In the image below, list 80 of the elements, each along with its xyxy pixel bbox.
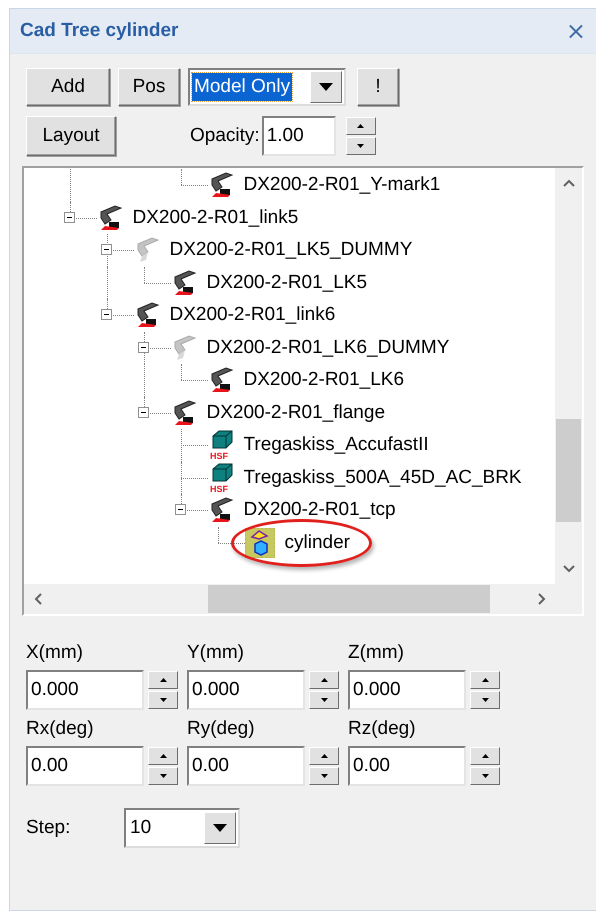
down-arrow-icon xyxy=(160,698,166,702)
coordinate-field[interactable]: 0.00 xyxy=(26,746,144,786)
tree-item[interactable]: DX200-2-R01_LK5 xyxy=(170,268,368,297)
expander-box[interactable] xyxy=(138,406,148,418)
coordinate-label: Rz(deg) xyxy=(348,718,417,740)
scroll-thumb[interactable] xyxy=(208,585,490,613)
spin-up-button[interactable] xyxy=(470,671,500,689)
caret-icon xyxy=(213,824,227,832)
tree-item[interactable]: DX200-2-R01_LK6_DUMMY xyxy=(170,334,450,362)
up-arrow-icon xyxy=(482,754,488,758)
up-arrow-icon xyxy=(482,678,488,682)
step-label: Step: xyxy=(26,817,72,839)
down-arrow-icon xyxy=(160,774,166,778)
tree-item[interactable]: DX200-2-R01_flange xyxy=(170,398,386,427)
spin-up-button[interactable] xyxy=(470,747,500,765)
spin-up-button[interactable] xyxy=(148,747,178,765)
down-arrow-icon xyxy=(357,144,364,148)
spin-down-button[interactable] xyxy=(470,691,500,709)
close-button[interactable]: × xyxy=(564,17,588,45)
expander-box[interactable] xyxy=(100,244,112,256)
spin-up-button[interactable] xyxy=(309,671,339,689)
exclamation-button[interactable]: ! xyxy=(357,68,399,106)
coordinate-label: Z(mm) xyxy=(348,642,405,664)
coordinate-label: X(mm) xyxy=(26,642,84,664)
tree-item[interactable]: HSF Tregaskiss_AccufastII xyxy=(208,430,429,460)
coordinate-label: Y(mm) xyxy=(187,642,245,664)
opacity-field[interactable]: 1.00 xyxy=(262,116,336,156)
scroll-thumb[interactable] xyxy=(556,418,581,522)
spin-down-button[interactable] xyxy=(309,691,339,709)
expander-box[interactable] xyxy=(100,309,112,320)
up-arrow-icon xyxy=(320,678,328,682)
window-title: Cad Tree cylinder xyxy=(20,20,178,42)
spin-up-button[interactable] xyxy=(346,117,376,135)
down-arrow-icon xyxy=(320,774,328,778)
tree-item[interactable]: DX200-2-R01_LK6 xyxy=(208,366,404,394)
step-dropdown[interactable]: 10 xyxy=(124,808,240,848)
expander-box[interactable] xyxy=(174,504,186,516)
vertical-scrollbar[interactable] xyxy=(555,168,582,584)
up-arrow-icon xyxy=(160,754,166,758)
mode-dropdown[interactable]: Model Only xyxy=(188,68,346,106)
coordinate-field[interactable]: 0.00 xyxy=(187,746,305,786)
scroll-down-icon[interactable] xyxy=(562,565,574,573)
horizontal-scrollbar[interactable] xyxy=(24,584,555,614)
caret-icon xyxy=(319,83,333,91)
tree-item[interactable]: DX200-2-R01_link5 xyxy=(96,204,298,232)
coordinate-label: Ry(deg) xyxy=(187,718,256,740)
spin-down-button[interactable] xyxy=(148,767,178,785)
scroll-up-icon[interactable] xyxy=(562,179,574,187)
tree-item[interactable]: DX200-2-R01_LK5_DUMMY xyxy=(134,236,412,264)
tree-item[interactable]: HSF Tregaskiss_500A_45D_AC_BRK xyxy=(208,462,522,493)
coordinate-field[interactable]: 0.000 xyxy=(348,670,466,710)
coordinate-field[interactable]: 0.000 xyxy=(26,670,144,710)
spin-down-button[interactable] xyxy=(148,691,178,709)
tree-item[interactable]: DX200-2-R01_tcp xyxy=(208,496,396,524)
coordinate-field[interactable]: 0.00 xyxy=(348,746,466,786)
expander-box[interactable] xyxy=(64,212,74,223)
layout-button[interactable]: Layout xyxy=(26,116,116,156)
scroll-left-icon[interactable] xyxy=(34,593,42,605)
expander-box[interactable] xyxy=(138,342,148,353)
spin-up-button[interactable] xyxy=(148,671,178,689)
coordinate-field[interactable]: 0.000 xyxy=(187,670,305,710)
coordinate-label: Rx(deg) xyxy=(26,718,95,740)
spin-up-button[interactable] xyxy=(309,747,339,765)
opacity-label: Opacity: xyxy=(190,125,260,147)
down-arrow-icon xyxy=(482,698,488,702)
up-arrow-icon xyxy=(160,678,166,682)
tree-item[interactable]: DX200-2-R01_Y-mark1 xyxy=(208,171,440,200)
toolbar-button[interactable]: Pos xyxy=(118,68,180,106)
tree-item[interactable]: cylinder xyxy=(244,528,350,558)
down-arrow-icon xyxy=(482,774,488,778)
up-arrow-icon xyxy=(357,124,364,128)
spin-down-button[interactable] xyxy=(346,137,376,155)
down-arrow-icon xyxy=(320,698,328,702)
scroll-right-icon[interactable] xyxy=(538,593,546,605)
tool-icon xyxy=(244,528,274,558)
up-arrow-icon xyxy=(320,754,328,758)
spin-down-button[interactable] xyxy=(309,767,339,785)
spin-down-button[interactable] xyxy=(470,767,500,785)
toolbar-button[interactable]: Add xyxy=(26,68,110,106)
tree-item[interactable]: DX200-2-R01_link6 xyxy=(134,301,336,330)
